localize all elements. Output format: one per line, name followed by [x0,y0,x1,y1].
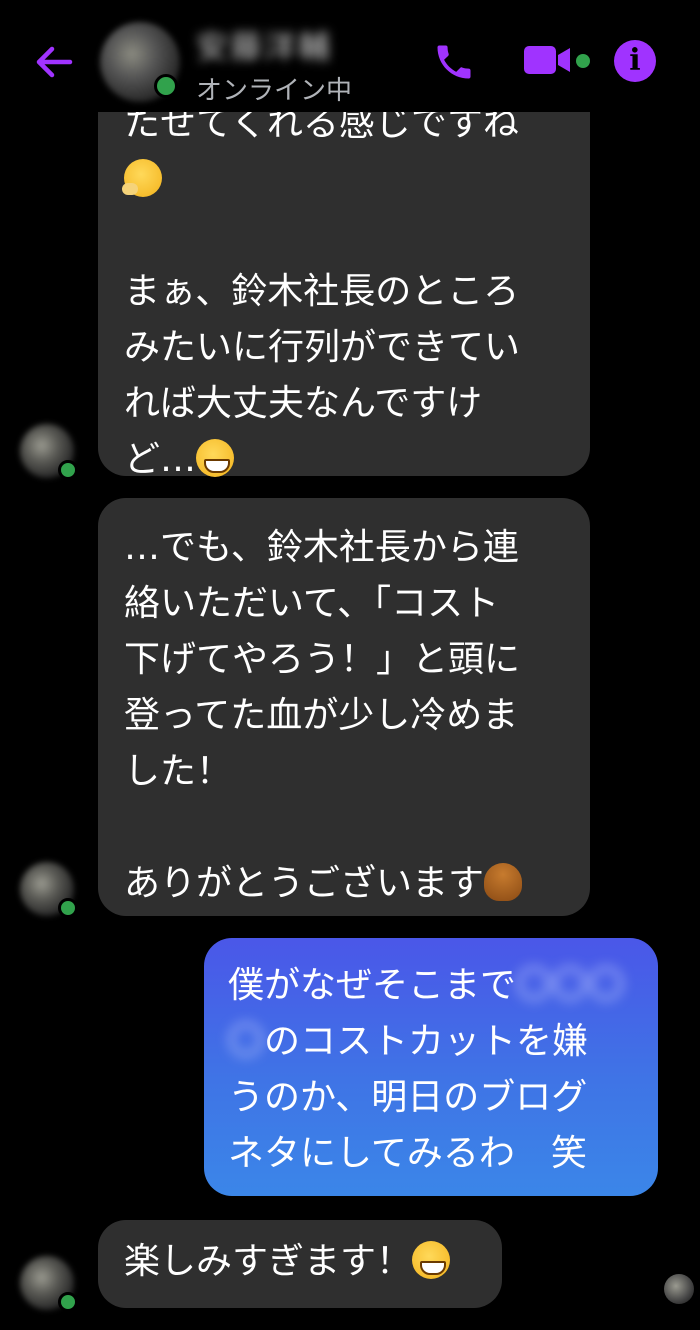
message-line: …でも、鈴木社長から連 [124,527,519,568]
online-status: オンライン中 [196,76,353,106]
thinking-face-emoji-icon [122,159,162,197]
person-bowing-emoji-icon [484,863,523,901]
message-line: まぁ、鈴木社長のところ [124,271,520,312]
grinning-face-emoji-icon [412,1241,451,1279]
message-bubble-outgoing[interactable]: 僕がなぜそこまで〇〇〇 〇のコストカットを嫌 うのか、明日のブログ ネタにしてみ… [204,938,658,1196]
message-text: ネタにしてみるわ 笑 [228,1133,587,1174]
redacted-text: 〇〇〇 [516,965,625,1006]
online-indicator [58,460,78,480]
message-text: 僕がなぜそこまで [228,965,517,1006]
message-line: 絡いただいて、「コスト [124,583,500,624]
message-line: 下げてやろう！」と頭に [124,639,521,680]
phone-icon[interactable] [432,40,476,84]
message-line: ありがとうございます [124,863,485,904]
message-line: ど… [124,439,197,480]
contact-name[interactable]: 安藤洋輔 [196,22,332,68]
arrow-left-icon[interactable] [34,42,74,82]
message-bubble-incoming[interactable]: たせてくれる感じですね まぁ、鈴木社長のところ みたいに行列ができてい れば大丈… [98,64,590,480]
message-line: れば大丈夫なんですけ [124,383,483,424]
online-indicator [154,74,178,98]
message-line: 登ってた血が少し冷めま [124,695,519,736]
info-icon[interactable]: i [614,40,656,82]
message-bubble-incoming[interactable]: …でも、鈴木社長から連 絡いただいて、「コスト 下げてやろう！」と頭に 登ってた… [98,498,590,916]
message-line: した！ [124,751,233,792]
grinning-face-emoji-icon [196,439,235,477]
online-indicator [58,898,78,918]
message-text: のコストカットを嫌 [264,1021,589,1062]
message-bubble-incoming[interactable]: 楽しみすぎます！ [98,1220,502,1308]
redacted-text: 〇 [228,1021,265,1062]
message-text: うのか、明日のブログ [228,1077,588,1118]
seen-receipt-avatar [664,1274,694,1304]
video-camera-icon[interactable] [522,42,572,78]
online-indicator [58,1292,78,1312]
conversation-header: 安藤洋輔 オンライン中 i [0,0,700,112]
message-text: 楽しみすぎます！ [124,1241,413,1282]
message-line: みたいに行列ができてい [124,327,521,368]
video-available-dot [576,54,590,68]
